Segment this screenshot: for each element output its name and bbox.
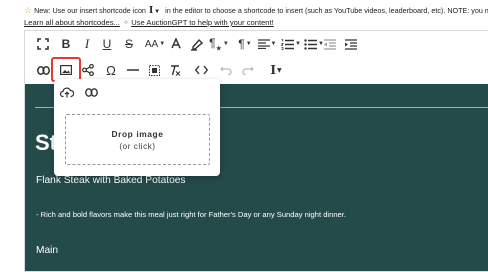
special-characters-button[interactable]: Ω <box>103 60 119 80</box>
redo-button[interactable] <box>240 60 256 80</box>
italic-icon: I <box>84 36 90 51</box>
fullscreen-icon <box>37 38 49 50</box>
unordered-list-icon <box>304 38 318 50</box>
underline-icon: U <box>102 37 112 51</box>
chevron-down-icon: ▼ <box>222 41 229 47</box>
insert-image-popup: Drop image (or click) <box>54 79 220 176</box>
indent-button[interactable] <box>343 34 359 54</box>
underline-button[interactable]: U <box>99 34 115 54</box>
auctiongpt-link[interactable]: Use AuctionGPT to help with your content… <box>131 18 274 27</box>
bold-button[interactable]: B <box>58 34 74 54</box>
insert-shortcode-button[interactable]: I ▼ <box>265 60 287 80</box>
share-icon <box>82 64 94 76</box>
insert-image-button[interactable] <box>51 57 81 82</box>
font-size-button[interactable]: AA ▼ <box>144 34 166 54</box>
insert-image-icon <box>60 64 72 75</box>
fullscreen-button[interactable] <box>35 34 51 54</box>
tab-upload-image[interactable] <box>58 84 76 100</box>
outdent-icon <box>324 38 336 50</box>
tab-image-by-url[interactable] <box>82 84 100 100</box>
notice-text-after: in the editor to choose a shortcode to i… <box>165 6 488 15</box>
bold-icon: B <box>61 37 71 51</box>
text-color-button[interactable] <box>169 34 183 54</box>
ordered-list-button[interactable]: ▼ <box>280 34 302 54</box>
image-drop-zone[interactable]: Drop image (or click) <box>65 114 210 165</box>
strikethrough-icon: S <box>124 37 133 51</box>
clear-formatting-button[interactable] <box>167 60 183 80</box>
paragraph-format-button[interactable]: ¶ ▼ <box>236 34 254 54</box>
chevron-down-icon: ▼ <box>270 41 277 47</box>
notice-text-before: New: Use our insert shortcode icon <box>34 6 146 15</box>
code-view-button[interactable] <box>192 60 210 80</box>
align-icon <box>257 39 270 49</box>
chevron-down-icon: ▼ <box>277 66 282 74</box>
insert-link-icon <box>36 65 50 75</box>
undo-button[interactable] <box>218 60 234 80</box>
horizontal-line-button[interactable] <box>125 60 141 80</box>
redo-icon <box>242 66 254 75</box>
drop-zone-title: Drop image <box>111 128 164 139</box>
font-size-icon: AA <box>144 38 159 50</box>
insert-link-button[interactable] <box>35 60 51 80</box>
strikethrough-button[interactable]: S <box>121 34 137 54</box>
chevron-down-icon: ▼ <box>159 41 166 47</box>
clear-formatting-icon <box>171 64 181 76</box>
toolbar-row-1: B I U S AA ▼ ¶★ ▼ ¶ ▼ ▼ ▼ ▼ <box>25 31 488 57</box>
align-button[interactable]: ▼ <box>256 34 278 54</box>
outdent-button[interactable] <box>322 34 338 54</box>
highlight-button[interactable] <box>188 34 204 54</box>
recipe-heading: Flank Steak with Baked Potatoes <box>36 175 186 186</box>
horizontal-line-icon <box>127 69 139 71</box>
select-all-icon <box>148 64 160 76</box>
chevron-down-icon: ▼ <box>245 41 252 47</box>
ordered-list-icon <box>281 38 295 50</box>
text-color-icon <box>171 37 181 48</box>
paragraph-format-icon: ¶ <box>238 37 245 51</box>
chevron-down-icon: ▼ <box>154 9 161 15</box>
highlighter-icon <box>190 38 203 51</box>
drop-zone-hint: (or click) <box>119 141 156 151</box>
paragraph-style-button[interactable]: ¶★ ▼ <box>209 34 229 54</box>
chevron-down-icon: ▼ <box>295 41 301 47</box>
share-button[interactable] <box>80 60 96 80</box>
undo-icon <box>220 66 232 75</box>
star-icon: ☆ <box>24 5 33 15</box>
text-cursor-icon: I <box>148 6 154 16</box>
code-view-icon <box>194 65 208 75</box>
sparkle-icon: ✧ <box>122 18 130 27</box>
select-all-button[interactable] <box>146 60 162 80</box>
section-heading-main: Main <box>36 245 59 256</box>
image-popup-tabs <box>54 79 220 105</box>
link-icon <box>84 87 98 97</box>
indent-icon <box>345 38 357 50</box>
recipe-description: - Rich and bold flavors make this meal j… <box>36 210 346 219</box>
insert-shortcode-icon: I <box>270 63 276 77</box>
shortcode-notice: ☆ New: Use our insert shortcode icon I▼ in … <box>24 3 488 17</box>
help-links: Learn all about shortcodes... ✧ Use Auctio… <box>24 16 274 30</box>
italic-button[interactable]: I <box>80 34 94 54</box>
cloud-upload-icon <box>60 87 74 97</box>
shortcodes-link[interactable]: Learn all about shortcodes... <box>24 18 120 27</box>
special-characters-icon: Ω <box>106 62 116 78</box>
paragraph-style-icon: ¶★ <box>209 35 222 53</box>
